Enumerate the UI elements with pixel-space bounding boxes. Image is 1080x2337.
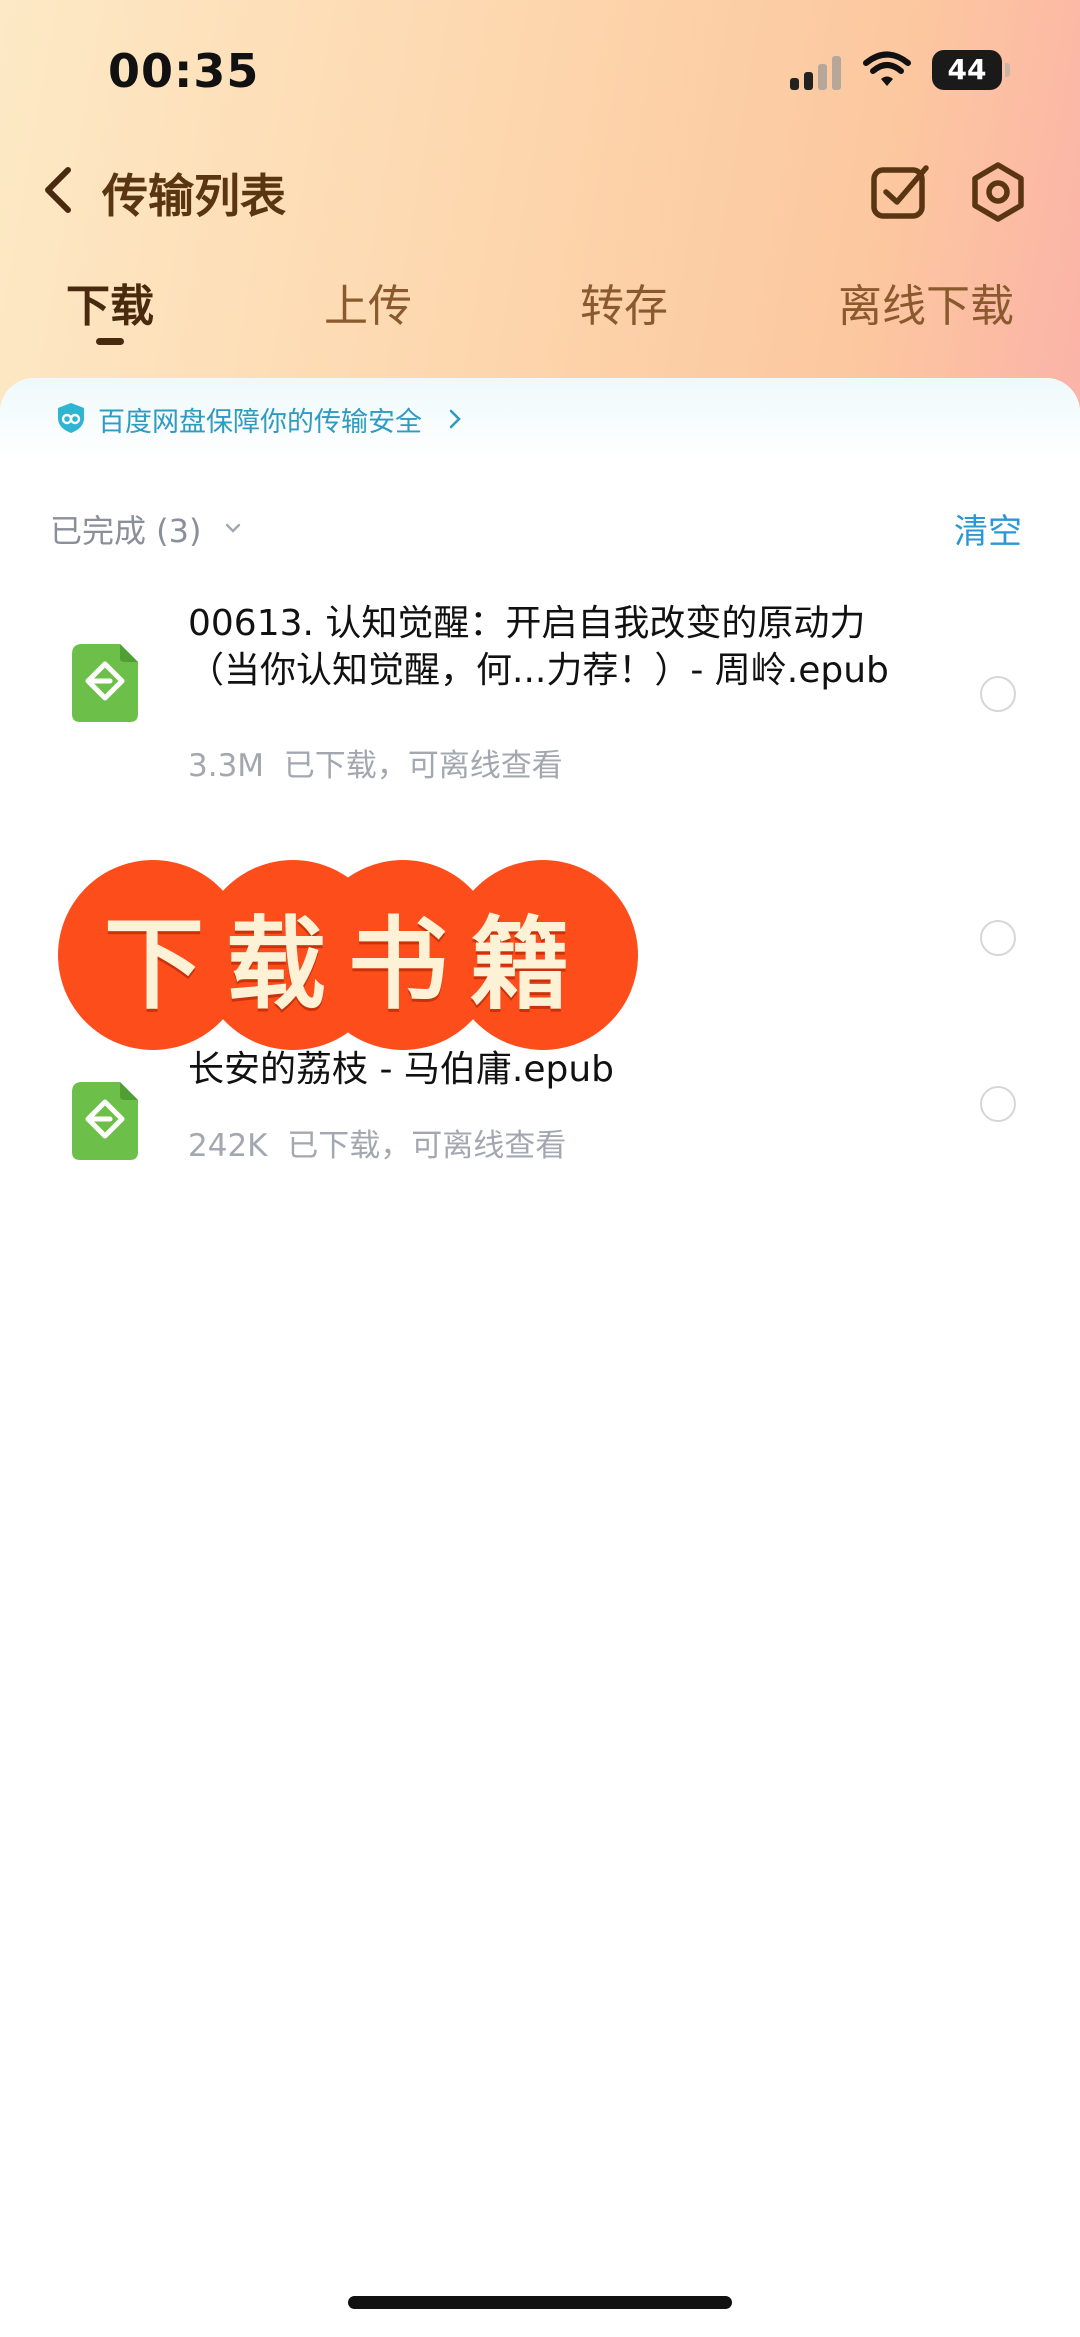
file-meta: 242K 已下载，可离线查看	[188, 1120, 566, 1165]
tab-transfer-save[interactable]: 转存	[580, 270, 668, 334]
home-indicator	[348, 2296, 732, 2309]
security-notice[interactable]: 百度网盘保障你的传输安全	[0, 378, 1080, 458]
security-notice-text[interactable]: 百度网盘保障你的传输安全	[98, 400, 422, 439]
chevron-down-icon[interactable]	[224, 522, 242, 534]
content-sheet: 百度网盘保障你的传输安全 已完成 (3) 清空 00613. 认知觉醒：开启自我…	[0, 378, 1080, 2337]
file-name: 长安的荔枝 - 马伯庸.epub	[188, 1049, 614, 1090]
page-title: 传输列表	[102, 169, 286, 223]
status-time: 00:35	[108, 44, 260, 98]
select-radio[interactable]	[980, 676, 1016, 712]
overlay-banner: 下载书籍	[58, 860, 638, 1050]
battery-tip	[1005, 63, 1010, 77]
active-tab-indicator	[96, 338, 124, 345]
multi-select-checkbox-icon[interactable]	[868, 160, 932, 224]
completed-section-header: 已完成 (3) 清空	[0, 500, 1080, 560]
file-size: 242K	[188, 1128, 268, 1164]
tab-download[interactable]: 下载	[66, 270, 154, 334]
cellular-signal-icon	[790, 54, 846, 90]
download-list-item[interactable]: 长安的荔枝 - 马伯庸.epub 242K 已下载，可离线查看	[0, 1046, 1080, 1196]
tab-offline-download[interactable]: 离线下载	[838, 270, 1014, 334]
chevron-right-icon	[449, 409, 461, 429]
completed-section-title[interactable]: 已完成 (3)	[50, 506, 202, 552]
clear-all-button[interactable]: 清空	[954, 504, 1022, 553]
file-name: 00613. 认知觉醒：开启自我改变的原动力（当你认知觉醒，何...力荐！）- …	[188, 603, 889, 691]
wifi-icon	[863, 51, 911, 86]
tab-upload[interactable]: 上传	[324, 270, 412, 334]
banner-text: 下载书籍	[104, 904, 592, 1023]
nav-bar: 传输列表	[0, 140, 1080, 240]
file-status: 已下载，可离线查看	[283, 748, 563, 784]
select-radio[interactable]	[980, 1086, 1016, 1122]
tab-bar: 下载 上传 转存 离线下载	[0, 270, 1080, 350]
file-size: 3.3M	[188, 748, 265, 784]
back-arrow-icon[interactable]	[30, 158, 90, 222]
file-meta: 3.3M 已下载，可离线查看	[188, 740, 563, 785]
download-list-item[interactable]: 00613. 认知觉醒：开启自我改变的原动力（当你认知觉醒，何...力荐！）- …	[0, 600, 1080, 800]
epub-file-icon	[72, 1082, 138, 1160]
status-bar: 00:35 44	[0, 0, 1080, 140]
select-radio[interactable]	[980, 920, 1016, 956]
file-status: 已下载，可离线查看	[287, 1128, 567, 1164]
settings-gear-icon[interactable]	[966, 160, 1030, 224]
battery-icon: 44	[932, 50, 1002, 90]
shield-icon	[58, 403, 84, 433]
epub-file-icon	[72, 644, 138, 722]
